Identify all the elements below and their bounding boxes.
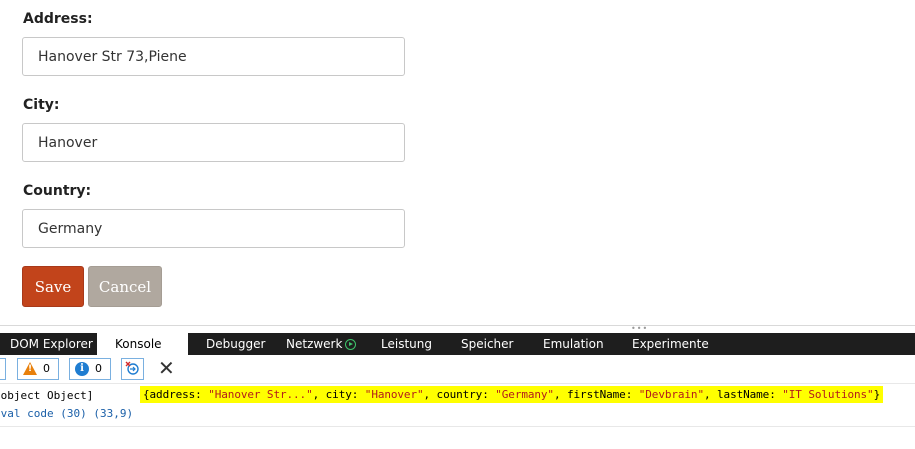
console-object-preview[interactable]: {address: "Hanover Str...", city: "Hanov…: [140, 386, 884, 403]
devtools-tabbar: DOM Explorer Konsole Debugger Netzwerk L…: [0, 333, 915, 355]
warnings-filter-button[interactable]: ! 0: [17, 358, 59, 380]
tab-leistung[interactable]: Leistung: [381, 333, 432, 355]
country-input[interactable]: [22, 209, 405, 248]
info-icon: i: [75, 362, 89, 376]
city-input[interactable]: [22, 123, 405, 162]
clear-on-navigate-button[interactable]: [121, 358, 144, 380]
address-label: Address:: [23, 11, 93, 27]
save-button[interactable]: Save: [22, 266, 84, 307]
splitter-grip-icon[interactable]: •••: [631, 325, 647, 333]
info-count: 0: [95, 362, 102, 375]
tab-emulation[interactable]: Emulation: [543, 333, 604, 355]
tab-netzwerk-label: Netzwerk: [286, 337, 343, 351]
clear-on-navigate-icon: [125, 361, 139, 375]
tab-dom-explorer[interactable]: DOM Explorer: [10, 333, 93, 355]
console-source-link[interactable]: eval code (30) (33,9): [0, 407, 133, 420]
tab-netzwerk[interactable]: Netzwerk: [286, 333, 357, 355]
record-play-icon: [345, 339, 357, 350]
tab-speicher[interactable]: Speicher: [461, 333, 513, 355]
address-form: Address: City: Country: Save Cancel: [0, 0, 915, 325]
address-input[interactable]: [22, 37, 405, 76]
console-log-text: [object Object]: [0, 389, 94, 402]
country-label: Country:: [23, 183, 92, 199]
cancel-button[interactable]: Cancel: [88, 266, 162, 307]
tab-experimente[interactable]: Experimente: [632, 333, 709, 355]
tab-debugger[interactable]: Debugger: [206, 333, 265, 355]
warning-icon: !: [23, 362, 37, 375]
console-output: [object Object] {address: "Hanover Str..…: [0, 383, 915, 427]
tab-konsole[interactable]: Konsole: [97, 333, 188, 355]
clear-console-icon[interactable]: ✕: [158, 358, 175, 378]
devtools-panel: ••• DOM Explorer Konsole Debugger Netzwe…: [0, 325, 915, 449]
warnings-count: 0: [43, 362, 50, 375]
city-label: City:: [23, 97, 60, 113]
console-toolbar: ! 0 i 0 ✕: [0, 356, 915, 382]
page: Address: City: Country: Save Cancel ••• …: [0, 0, 915, 449]
info-filter-button[interactable]: i 0: [69, 358, 111, 380]
errors-filter-button[interactable]: [0, 358, 6, 380]
